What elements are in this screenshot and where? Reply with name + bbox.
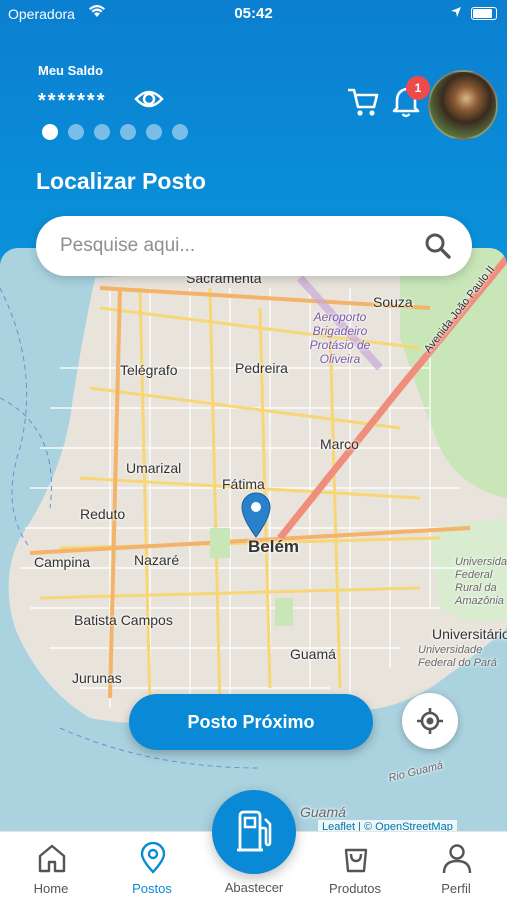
refuel-button[interactable] xyxy=(212,790,296,874)
map-label-belem: Belém xyxy=(248,537,300,556)
cart-icon[interactable] xyxy=(346,86,380,118)
search-icon[interactable] xyxy=(424,232,452,260)
map-label-telegrafo: Telégrafo xyxy=(120,362,178,378)
map-label-guama-water: Guamá xyxy=(300,804,346,820)
search-bar[interactable]: Pesquise aqui... xyxy=(36,216,472,276)
tab-home[interactable]: Home xyxy=(6,832,96,901)
location-pin-icon[interactable] xyxy=(240,492,272,538)
map-label-reduto: Reduto xyxy=(80,506,126,522)
notification-badge: 1 xyxy=(406,76,430,100)
map-label-universitario: Universitário xyxy=(432,626,507,642)
map-label-fatima: Fátima xyxy=(222,476,265,492)
tab-home-label: Home xyxy=(33,881,69,896)
carousel-dot[interactable] xyxy=(146,124,162,140)
map-label-campina: Campina xyxy=(34,554,91,570)
map-label-jurunas: Jurunas xyxy=(72,670,122,686)
map-pin-icon xyxy=(140,842,166,874)
map-label-aeroporto: Aeroporto Brigadeiro Protásio de Oliveir… xyxy=(309,310,371,366)
eye-icon[interactable] xyxy=(134,86,164,112)
location-arrow-icon xyxy=(451,7,461,17)
home-icon xyxy=(38,844,66,873)
tab-perfil-label: Perfil xyxy=(441,881,471,896)
carousel-dots xyxy=(42,124,188,140)
tab-postos[interactable]: Postos xyxy=(107,832,197,901)
nearest-station-button[interactable]: Posto Próximo xyxy=(129,694,373,750)
avatar[interactable] xyxy=(428,70,498,140)
map-label-marco: Marco xyxy=(320,436,359,452)
fuel-pump-icon xyxy=(237,810,272,852)
tab-perfil[interactable]: Perfil xyxy=(411,832,501,901)
carousel-dot[interactable] xyxy=(172,124,188,140)
map-label-ufpa: Universidade Federal do Pará xyxy=(418,644,497,669)
map-label-souza: Souza xyxy=(373,294,413,310)
user-icon xyxy=(442,844,472,874)
map-label-pedreira: Pedreira xyxy=(235,360,288,376)
map-label-nazare: Nazaré xyxy=(134,552,180,568)
clock: 05:42 xyxy=(234,5,273,22)
carousel-dot[interactable] xyxy=(42,124,58,140)
map-label-umarizal: Umarizal xyxy=(126,460,182,476)
map-label-batista-campos: Batista Campos xyxy=(74,612,173,628)
carousel-dot[interactable] xyxy=(68,124,84,140)
balance-value: ******* xyxy=(38,90,107,112)
tab-produtos-label: Produtos xyxy=(328,881,382,896)
balance-label: Meu Saldo xyxy=(38,63,104,78)
map-label-ufra: Universidade Federal Rural da Amazônia xyxy=(455,556,507,607)
locate-me-button[interactable] xyxy=(402,693,458,749)
carousel-dot[interactable] xyxy=(94,124,110,140)
tab-postos-label: Postos xyxy=(132,881,172,896)
map-label-guama: Guamá xyxy=(290,646,336,662)
carousel-dot[interactable] xyxy=(120,124,136,140)
crosshair-icon xyxy=(417,708,443,734)
status-bar: Operadora 05:42 xyxy=(0,0,507,28)
tab-abastecer-label[interactable]: Abastecer xyxy=(200,880,308,895)
search-input[interactable]: Pesquise aqui... xyxy=(60,235,195,257)
tab-produtos[interactable]: Produtos xyxy=(310,832,400,901)
battery-icon xyxy=(471,7,497,20)
shopping-bag-icon xyxy=(344,848,368,873)
page-title: Localizar Posto xyxy=(36,168,206,194)
